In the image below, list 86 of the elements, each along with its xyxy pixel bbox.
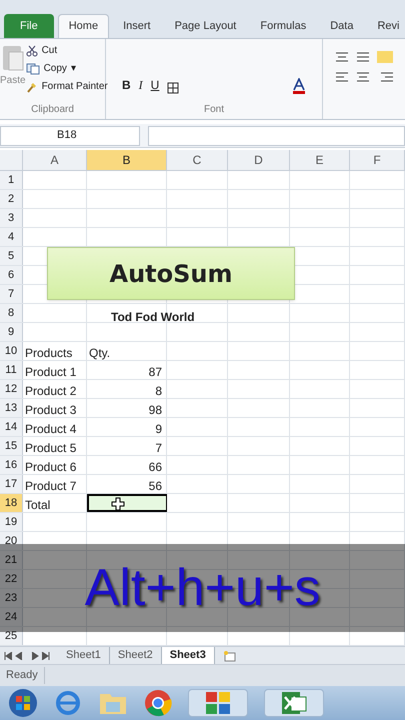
- column-header[interactable]: C: [167, 150, 228, 170]
- column-header[interactable]: B: [87, 150, 167, 170]
- cell-text: Product 4: [25, 421, 76, 438]
- ribbon-tab[interactable]: Data: [320, 14, 364, 38]
- shortcut-caption: Alt+h+u+s: [84, 558, 320, 619]
- spreadsheet-icon: [281, 691, 307, 715]
- ribbon-tab[interactable]: Page Layout: [164, 14, 246, 38]
- cell-text: Total: [25, 497, 50, 514]
- italic-button[interactable]: I: [138, 76, 143, 94]
- row-header[interactable]: 4: [0, 228, 23, 246]
- cell-text: 87: [148, 364, 162, 381]
- row-header[interactable]: 19: [0, 513, 23, 531]
- underline-button[interactable]: U: [150, 76, 160, 94]
- cut-button[interactable]: Cut: [26, 43, 108, 58]
- cell-text: 7: [155, 440, 162, 457]
- cell-text: 66: [148, 459, 162, 476]
- cell-text: 98: [148, 402, 162, 419]
- excel-taskbar-button[interactable]: [264, 689, 324, 717]
- cell-text: Product 2: [25, 383, 76, 400]
- autosum-shape[interactable]: AutoSum: [47, 247, 295, 300]
- row-header[interactable]: 2: [0, 190, 23, 208]
- row-header[interactable]: 1: [0, 171, 23, 189]
- align-icon: [335, 71, 393, 83]
- ribbon-tab[interactable]: Revi: [367, 14, 405, 38]
- cell-text: Tod Fod World: [111, 309, 195, 326]
- row-header[interactable]: 24: [0, 608, 23, 626]
- tiles-icon: [205, 691, 231, 715]
- row-header[interactable]: 20: [0, 532, 23, 550]
- taskbar-app-button[interactable]: [188, 689, 248, 717]
- start-icon: [8, 688, 38, 718]
- browser-icon: [54, 689, 82, 717]
- row-header[interactable]: 13: [0, 399, 23, 417]
- copy-button[interactable]: Copy ▾: [26, 61, 108, 76]
- cell-text: Product 1: [25, 364, 76, 381]
- chrome-icon: [144, 689, 172, 717]
- row-header[interactable]: 8: [0, 304, 23, 322]
- row-header[interactable]: 17: [0, 475, 23, 493]
- row-header[interactable]: 6: [0, 266, 23, 284]
- row-header[interactable]: 16: [0, 456, 23, 474]
- group-label: Font: [202, 103, 225, 117]
- row-header[interactable]: 10: [0, 342, 23, 360]
- status-text: Ready: [0, 667, 45, 684]
- sheet-tab[interactable]: Sheet3: [162, 646, 215, 664]
- name-box[interactable]: B18: [0, 126, 140, 146]
- brush-icon: [26, 80, 38, 92]
- bold-button[interactable]: B: [122, 76, 131, 94]
- cell-text: Products: [25, 345, 72, 362]
- cell-text: 9: [155, 421, 162, 438]
- row-header[interactable]: 18: [0, 494, 23, 512]
- font-color-icon: [292, 78, 306, 94]
- cell-text: Product 5: [25, 440, 76, 457]
- row-header[interactable]: 7: [0, 285, 23, 303]
- cell-text: Qty.: [89, 345, 110, 362]
- row-header[interactable]: 22: [0, 570, 23, 588]
- new-sheet-icon: [222, 650, 237, 662]
- cell-text: Product 7: [25, 478, 76, 495]
- group-label: Clipboard: [30, 103, 75, 117]
- cell-text: Product 6: [25, 459, 76, 476]
- column-header[interactable]: F: [350, 150, 405, 170]
- ribbon-tab[interactable]: Home: [58, 14, 110, 38]
- copy-icon: [26, 62, 40, 74]
- row-header[interactable]: 9: [0, 323, 23, 341]
- cell-text: 56: [148, 478, 162, 495]
- row-header[interactable]: 23: [0, 589, 23, 607]
- cursor-icon: [111, 497, 125, 511]
- caret-icon: ▾: [70, 61, 76, 76]
- ribbon-tab[interactable]: Formulas: [250, 14, 316, 38]
- column-header[interactable]: D: [228, 150, 290, 170]
- scissors-icon: [26, 44, 38, 56]
- row-header[interactable]: 11: [0, 361, 23, 379]
- row-header[interactable]: 12: [0, 380, 23, 398]
- align-icon: [335, 51, 393, 63]
- column-header[interactable]: E: [290, 150, 350, 170]
- borders-icon: [167, 82, 180, 94]
- file-tab[interactable]: File: [4, 14, 54, 38]
- row-header[interactable]: 3: [0, 209, 23, 227]
- row-header[interactable]: 25: [0, 627, 23, 645]
- cell-text: Product 3: [25, 402, 76, 419]
- row-header[interactable]: 14: [0, 418, 23, 436]
- ribbon-tab[interactable]: Insert: [113, 14, 161, 38]
- row-header[interactable]: 15: [0, 437, 23, 455]
- active-cell[interactable]: [87, 494, 167, 512]
- format-painter-button[interactable]: Format Painter: [26, 79, 108, 94]
- cell-text: 8: [155, 383, 162, 400]
- row-header[interactable]: 21: [0, 551, 23, 569]
- row-header[interactable]: 5: [0, 247, 23, 265]
